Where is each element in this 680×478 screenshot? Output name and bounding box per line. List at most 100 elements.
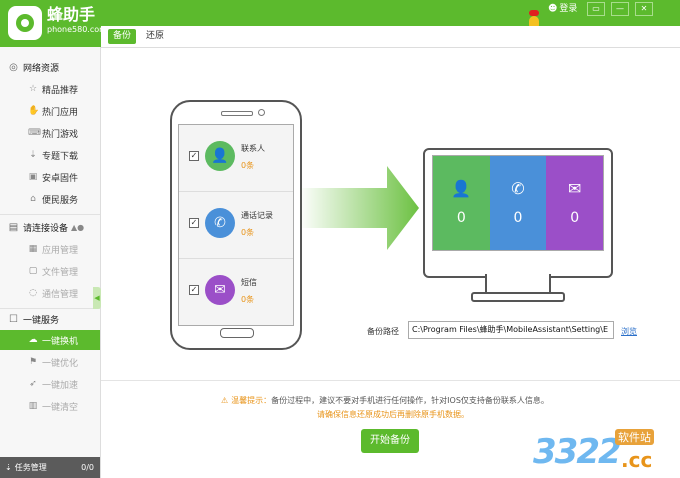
tab-bar: 备份 还原 — [101, 26, 680, 48]
sidebar-item-app-manager[interactable]: ▦ 应用管理 — [0, 239, 100, 259]
sidebar-item-hot-games[interactable]: ⌨ 热门游戏 — [0, 123, 100, 143]
item-label: 联系人 — [241, 144, 265, 153]
phone-home-button — [220, 328, 254, 338]
item-count: 0条 — [241, 295, 255, 304]
close-button[interactable]: ✕ — [635, 2, 653, 16]
hand-icon: ✋ — [28, 106, 40, 116]
download-icon: ⇣ — [29, 150, 37, 160]
sidebar-item-label: 一键清空 — [42, 402, 79, 413]
download-icon: ⇣ — [5, 463, 12, 472]
sidebar-item-label: 精品推荐 — [42, 85, 79, 96]
sidebar-item-topic-download[interactable]: ⇣ 专题下载 — [0, 145, 100, 165]
menu-button[interactable]: ▭ — [587, 2, 605, 16]
sidebar-item-label: 便民服务 — [42, 195, 79, 206]
sidebar-item-label: 一键优化 — [42, 358, 79, 369]
sidebar-item-hot-apps[interactable]: ✋ 热门应用 — [0, 101, 100, 121]
sms-icon: ✉ — [567, 179, 582, 198]
section-network-resources[interactable]: ◎ 网络资源 — [0, 57, 100, 77]
main-panel: ✓ 👤 联系人 0条 ✓ ✆ 通话记录 0条 ✓ ✉ 短信 0条 👤 0 ✆ 0… — [101, 48, 680, 478]
sidebar-item-featured[interactable]: ☆ 精品推荐 — [0, 79, 100, 99]
phone-icon: ✆ — [511, 179, 525, 198]
trash-icon: ▥ — [28, 401, 38, 411]
sidebar-item-label: 一键换机 — [42, 336, 79, 347]
checkbox[interactable]: ✓ — [189, 285, 199, 295]
phone-icon: ✆ — [205, 208, 235, 238]
watermark-tld: .cc — [621, 448, 653, 472]
watermark-digits: 3322 — [533, 432, 622, 472]
sidebar-item-label: 一键加速 — [42, 380, 79, 391]
sidebar: ◎ 网络资源 ☆ 精品推荐 ✋ 热门应用 ⌨ 热门游戏 ⇣ 专题下载 ▣ 安卓固… — [0, 47, 101, 478]
pc-call-log: ✆ 0 — [489, 156, 547, 250]
watermark: 3322 软件站 .cc — [533, 428, 673, 476]
monitor-base — [471, 292, 565, 302]
task-count: 0/0 — [81, 463, 94, 472]
item-label: 通话记录 — [241, 211, 273, 220]
phone-illustration: ✓ 👤 联系人 0条 ✓ ✆ 通话记录 0条 ✓ ✉ 短信 0条 — [170, 100, 302, 350]
tip-line-2: 请确保信息还原成功后再删除原手机数据。 — [317, 410, 469, 419]
pc-contacts: 👤 0 — [433, 156, 490, 250]
phone-screen: ✓ 👤 联系人 0条 ✓ ✆ 通话记录 0条 ✓ ✉ 短信 0条 — [178, 124, 294, 326]
sidebar-item-comm-manager[interactable]: ◌ 通信管理 — [0, 283, 100, 303]
tip-title: 温馨提示： — [231, 396, 272, 405]
globe-icon: ◎ — [9, 61, 18, 73]
contacts-count: 0 — [456, 210, 466, 226]
phone-speaker — [221, 111, 253, 116]
apps-icon: ▦ — [28, 244, 38, 254]
sms-count: 0 — [570, 210, 580, 226]
task-manager-bar[interactable]: ⇣ 任务管理 0/0 — [0, 457, 100, 478]
checkbox[interactable]: ✓ — [189, 218, 199, 228]
item-count: 0条 — [241, 161, 255, 170]
start-backup-button[interactable]: 开始备份 — [361, 429, 419, 453]
backup-item-sms[interactable]: ✓ ✉ 短信 0条 — [179, 259, 293, 325]
user-icon: ☻ — [548, 4, 558, 14]
browse-link[interactable]: 浏览 — [621, 326, 637, 337]
section-one-key-service[interactable]: ☐ 一键服务 — [0, 309, 100, 329]
warning-icon: ⚠ — [221, 396, 229, 405]
service-home-icon: ⌂ — [30, 194, 36, 204]
computer-screen: 👤 0 ✆ 0 ✉ 0 — [432, 155, 604, 251]
section-label: 网络资源 — [23, 63, 60, 74]
chat-icon: ◌ — [29, 288, 37, 298]
app-name: 蜂助手 — [47, 5, 96, 24]
sidebar-item-file-manager[interactable]: ▢ 文件管理 — [0, 261, 100, 281]
optimize-icon: ⚑ — [28, 357, 38, 367]
firmware-icon: ▣ — [28, 172, 38, 182]
sidebar-item-label: 热门应用 — [42, 107, 79, 118]
sidebar-item-convenience[interactable]: ⌂ 便民服务 — [0, 189, 100, 209]
sidebar-item-one-key-speedup[interactable]: ➶ 一键加速 — [0, 374, 100, 394]
section-label: 请连接设备 — [23, 223, 69, 234]
divider — [0, 214, 100, 215]
star-icon: ☆ — [28, 84, 38, 94]
phone-camera — [258, 109, 265, 116]
divider — [101, 380, 680, 381]
sidebar-item-label: 文件管理 — [42, 267, 79, 278]
sms-icon: ✉ — [205, 275, 235, 305]
contact-icon: 👤 — [205, 141, 235, 171]
tab-restore[interactable]: 还原 — [143, 29, 167, 44]
app-logo-icon — [8, 6, 42, 40]
sidebar-collapse-button[interactable]: ◀ — [93, 287, 101, 309]
task-manager-label: 任务管理 — [14, 463, 47, 472]
sidebar-item-android-firmware[interactable]: ▣ 安卓固件 — [0, 167, 100, 187]
checkbox[interactable]: ✓ — [189, 151, 199, 161]
sidebar-item-label: 热门游戏 — [42, 129, 79, 140]
login-button[interactable]: ☻ 登录 — [548, 2, 577, 16]
minimize-button[interactable]: — — [611, 2, 629, 16]
gamepad-icon: ⌨ — [28, 128, 41, 138]
sidebar-item-one-key-switch[interactable]: ☁ 一键换机 — [0, 330, 100, 350]
item-count: 0条 — [241, 228, 255, 237]
section-connect-device[interactable]: ▤ 请连接设备 ▲● — [0, 217, 100, 237]
watermark-tag: 软件站 — [615, 429, 654, 445]
backup-item-call-log[interactable]: ✓ ✆ 通话记录 0条 — [179, 192, 293, 259]
sidebar-item-one-key-clear[interactable]: ▥ 一键清空 — [0, 396, 100, 416]
sidebar-item-one-key-optimize[interactable]: ⚑ 一键优化 — [0, 352, 100, 372]
backup-path-field[interactable]: C:\Program Files\蜂助手\MobileAssistant\Set… — [408, 321, 614, 339]
rocket-icon: ➶ — [29, 379, 37, 389]
tab-backup[interactable]: 备份 — [108, 29, 136, 44]
android-apple-icon: ▲● — [71, 222, 85, 232]
cloud-icon: ☁ — [28, 335, 38, 345]
login-label: 登录 — [559, 4, 578, 14]
sidebar-item-label: 通信管理 — [42, 289, 79, 300]
backup-item-contacts[interactable]: ✓ 👤 联系人 0条 — [179, 125, 293, 192]
app-site: phone580.com — [47, 25, 107, 34]
